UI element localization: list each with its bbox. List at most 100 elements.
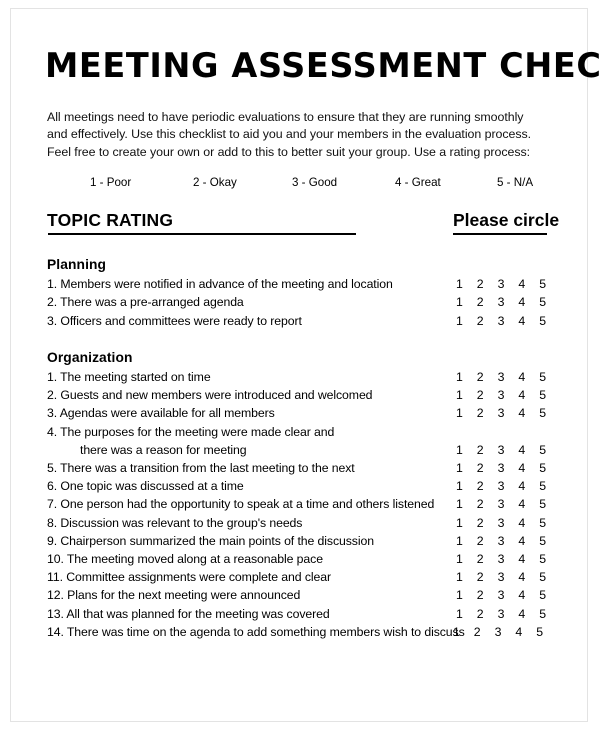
rating-option-4[interactable]: 4 <box>518 293 539 311</box>
rating-option-1[interactable]: 1 <box>456 293 477 311</box>
rating-option-2[interactable]: 2 <box>477 550 498 568</box>
rating-option-5[interactable]: 5 <box>539 386 560 404</box>
rating-option-1[interactable]: 1 <box>456 514 477 532</box>
rating-option-5[interactable]: 5 <box>539 586 560 604</box>
rating-option-2[interactable]: 2 <box>477 275 498 293</box>
rating-options-group: 12345 <box>456 275 556 293</box>
rating-option-1[interactable]: 1 <box>456 404 477 422</box>
rating-option-1[interactable]: 1 <box>456 568 477 586</box>
rating-option-4[interactable]: 4 <box>518 404 539 422</box>
rating-option-4[interactable]: 4 <box>518 605 539 623</box>
rating-option-1[interactable]: 1 <box>456 312 477 330</box>
intro-paragraph: All meetings need to have periodic evalu… <box>47 109 532 159</box>
rating-option-3[interactable]: 3 <box>498 386 519 404</box>
rating-option-3[interactable]: 3 <box>498 275 519 293</box>
rating-option-5[interactable]: 5 <box>539 404 560 422</box>
checklist-row: 2. Guests and new members were introduce… <box>47 386 551 404</box>
rating-option-3[interactable]: 3 <box>498 477 519 495</box>
rating-option-1[interactable]: 1 <box>456 368 477 386</box>
rating-option-5[interactable]: 5 <box>539 459 560 477</box>
rating-option-2[interactable]: 2 <box>477 441 498 459</box>
rating-option-3[interactable]: 3 <box>498 568 519 586</box>
rating-option-5[interactable]: 5 <box>539 441 560 459</box>
rating-option-3[interactable]: 3 <box>498 605 519 623</box>
rating-option-4[interactable]: 4 <box>515 623 536 641</box>
rating-option-1[interactable]: 1 <box>456 386 477 404</box>
rating-options-group: 12345 <box>456 368 556 386</box>
rating-option-2[interactable]: 2 <box>477 477 498 495</box>
checklist-row: 3. Agendas were available for all member… <box>47 404 551 422</box>
topic-rating-header: TOPIC RATING <box>47 210 174 231</box>
rating-option-3[interactable]: 3 <box>498 495 519 513</box>
rating-option-5[interactable]: 5 <box>539 368 560 386</box>
checklist-sections: Planning 1. Members were notified in adva… <box>47 257 551 641</box>
rating-option-2[interactable]: 2 <box>477 459 498 477</box>
rating-option-1[interactable]: 1 <box>456 495 477 513</box>
rating-option-3[interactable]: 3 <box>495 623 516 641</box>
rating-option-5[interactable]: 5 <box>539 312 560 330</box>
rating-option-5[interactable]: 5 <box>539 275 560 293</box>
rating-option-5[interactable]: 5 <box>539 477 560 495</box>
rating-option-2[interactable]: 2 <box>477 404 498 422</box>
rating-option-3[interactable]: 3 <box>498 586 519 604</box>
rating-option-1[interactable]: 1 <box>456 275 477 293</box>
rating-option-3[interactable]: 3 <box>498 293 519 311</box>
rating-option-3[interactable]: 3 <box>498 368 519 386</box>
section-title: Planning <box>47 257 107 273</box>
rating-option-1[interactable]: 1 <box>456 586 477 604</box>
rating-option-4[interactable]: 4 <box>518 477 539 495</box>
rating-option-1[interactable]: 1 <box>456 441 477 459</box>
rating-option-5[interactable]: 5 <box>536 623 557 641</box>
please-circle-underline <box>453 233 547 236</box>
rating-option-4[interactable]: 4 <box>518 275 539 293</box>
checklist-item-text: 4. The purposes for the meeting were mad… <box>47 424 335 439</box>
rating-option-5[interactable]: 5 <box>539 293 560 311</box>
rating-option-4[interactable]: 4 <box>518 368 539 386</box>
rating-option-2[interactable]: 2 <box>477 293 498 311</box>
rating-option-2[interactable]: 2 <box>477 312 498 330</box>
rating-option-4[interactable]: 4 <box>518 586 539 604</box>
rating-option-1[interactable]: 1 <box>456 459 477 477</box>
rating-option-3[interactable]: 3 <box>498 312 519 330</box>
checklist-row: 2. There was a pre-arranged agenda 1 2 3 4 5 <box>47 293 551 311</box>
rating-option-2[interactable]: 2 <box>477 514 498 532</box>
rating-option-3[interactable]: 3 <box>498 532 519 550</box>
rating-option-5[interactable]: 5 <box>539 532 560 550</box>
checklist-row: 1. The meeting started on time 1 2 3 4 5 <box>47 368 551 386</box>
rating-option-2[interactable]: 2 <box>477 386 498 404</box>
rating-option-5[interactable]: 5 <box>539 568 560 586</box>
rating-option-2[interactable]: 2 <box>477 568 498 586</box>
rating-option-1[interactable]: 1 <box>456 605 477 623</box>
rating-option-1[interactable]: 1 <box>456 550 477 568</box>
rating-option-2[interactable]: 2 <box>477 532 498 550</box>
rating-options-group: 12345 <box>456 532 556 550</box>
rating-option-4[interactable]: 4 <box>518 550 539 568</box>
rating-option-3[interactable]: 3 <box>498 514 519 532</box>
rating-option-1[interactable]: 1 <box>456 532 477 550</box>
rating-option-3[interactable]: 3 <box>498 459 519 477</box>
rating-option-1[interactable]: 1 <box>456 477 477 495</box>
rating-option-1[interactable]: 1 <box>453 623 474 641</box>
rating-option-5[interactable]: 5 <box>539 495 560 513</box>
rating-option-3[interactable]: 3 <box>498 441 519 459</box>
rating-option-2[interactable]: 2 <box>474 623 495 641</box>
rating-option-2[interactable]: 2 <box>477 368 498 386</box>
rating-option-4[interactable]: 4 <box>518 459 539 477</box>
checklist-row: 7. One person had the opportunity to spe… <box>47 495 551 513</box>
rating-option-4[interactable]: 4 <box>518 441 539 459</box>
checklist-row: 4. The purposes for the meeting were mad… <box>47 423 551 459</box>
rating-option-4[interactable]: 4 <box>518 312 539 330</box>
rating-option-4[interactable]: 4 <box>518 495 539 513</box>
rating-option-4[interactable]: 4 <box>518 532 539 550</box>
rating-option-5[interactable]: 5 <box>539 605 560 623</box>
rating-option-2[interactable]: 2 <box>477 605 498 623</box>
rating-option-4[interactable]: 4 <box>518 386 539 404</box>
rating-option-3[interactable]: 3 <box>498 404 519 422</box>
rating-option-5[interactable]: 5 <box>539 514 560 532</box>
rating-option-2[interactable]: 2 <box>477 495 498 513</box>
rating-option-3[interactable]: 3 <box>498 550 519 568</box>
rating-option-2[interactable]: 2 <box>477 586 498 604</box>
rating-option-4[interactable]: 4 <box>518 514 539 532</box>
rating-option-5[interactable]: 5 <box>539 550 560 568</box>
rating-option-4[interactable]: 4 <box>518 568 539 586</box>
